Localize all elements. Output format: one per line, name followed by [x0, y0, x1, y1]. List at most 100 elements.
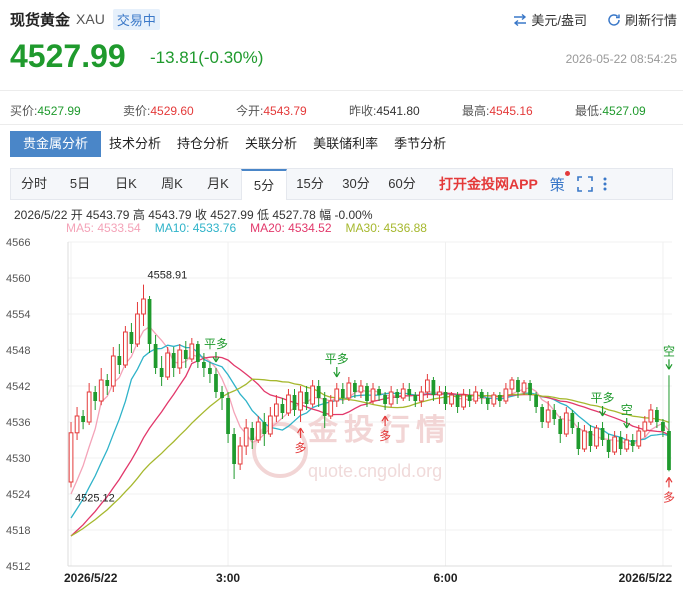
open-app-link[interactable]: 打开金投网APP [439, 174, 538, 194]
candle-body [110, 355, 116, 387]
analysis-tab[interactable]: 贵金属分析 [10, 131, 102, 157]
quote-label: 今开: [236, 104, 264, 118]
candle-body [479, 392, 484, 398]
period-tab[interactable]: 5分 [241, 169, 287, 200]
candle-body [117, 356, 122, 365]
candle-body [370, 388, 376, 402]
candle-body [286, 394, 291, 414]
quote-label: 昨收: [349, 104, 377, 118]
bar-amplitude: -0.00% [334, 208, 373, 222]
candle-body [570, 413, 575, 428]
strategy-button[interactable]: 策 [550, 170, 570, 195]
candle-body [552, 410, 557, 419]
quote-item: 今开:4543.79 [236, 102, 349, 119]
instrument-name: 现货黄金 [10, 11, 71, 29]
y-tick-label: 4554 [6, 309, 30, 321]
candle-body [407, 389, 412, 395]
candle-body [461, 394, 466, 408]
candle-body [624, 439, 630, 450]
x-tick-label: 6:00 [433, 571, 457, 585]
candle-body [425, 379, 430, 393]
candle-body [443, 392, 448, 404]
analysis-tab[interactable]: 季节分析 [386, 131, 454, 157]
candle-body [316, 386, 321, 398]
candle-body [358, 385, 364, 393]
candle-body [226, 398, 230, 434]
candle-body [563, 412, 569, 435]
candle-body [322, 398, 327, 416]
more-icon [603, 177, 607, 191]
candle-body [648, 409, 654, 423]
quote-item: 最高:4545.16 [462, 102, 575, 119]
y-tick-label: 4524 [6, 489, 30, 501]
candle-body [606, 440, 611, 452]
candle-body [661, 422, 665, 431]
candle-body [437, 391, 442, 396]
candle-body [340, 389, 345, 398]
currency-label: 美元/盎司 [531, 13, 587, 28]
bar-close: 4527.99 [210, 208, 254, 222]
candle-body [141, 298, 146, 315]
candle-body [98, 379, 104, 402]
quote-value: 4543.79 [263, 104, 307, 118]
period-tab[interactable]: 5日 [57, 169, 103, 199]
candle-body [467, 395, 472, 401]
currency-switch-button[interactable]: 美元/盎司 [513, 10, 587, 29]
min-price-label: 4525.12 [75, 492, 115, 504]
candle-body [74, 415, 80, 434]
period-tab[interactable]: 周K [149, 169, 195, 199]
candle-body [93, 392, 98, 401]
signal-arrow [623, 418, 631, 429]
candlestick-chart[interactable]: 金投行情quote.cngold.org45664560455445484542… [0, 232, 683, 590]
max-price-label: 4558.91 [148, 270, 188, 282]
period-tab[interactable]: 分时 [11, 169, 57, 199]
candle-body [491, 394, 497, 405]
quote-value: 4541.80 [376, 104, 420, 118]
candle-body [195, 344, 200, 362]
quote-time: 2026-05-22 08:54:25 [565, 52, 677, 66]
period-tab[interactable]: 日K [103, 169, 149, 199]
analysis-tab[interactable]: 关联分析 [237, 131, 305, 157]
candle-body [594, 427, 599, 447]
period-tab[interactable]: 30分 [333, 169, 379, 199]
candle-body [485, 398, 490, 404]
price-change: -13.81(-0.30%) [150, 48, 264, 67]
period-tab[interactable]: 月K [195, 169, 241, 199]
candle-body [636, 430, 642, 447]
candle-body [353, 383, 357, 392]
candle-body [618, 437, 623, 449]
candle-body [177, 349, 183, 369]
signal-arrow [333, 367, 341, 378]
candle-body [183, 350, 188, 359]
quote-label: 买价: [10, 104, 38, 118]
analysis-tab[interactable]: 技术分析 [101, 131, 169, 157]
fullscreen-button[interactable] [577, 176, 593, 192]
signal-label: 平多 [591, 391, 615, 405]
more-button[interactable] [603, 176, 607, 192]
refresh-button[interactable]: 刷新行情 [607, 10, 677, 29]
bar-date: 2026/5/22 [14, 208, 68, 222]
candle-body [365, 386, 369, 401]
candle-body [455, 395, 460, 407]
candle-body [558, 419, 563, 434]
candle-body [81, 416, 85, 422]
x-tick-label: 2026/5/22 [64, 571, 118, 585]
candle-body [449, 394, 454, 405]
y-tick-label: 4548 [6, 345, 30, 357]
candle-body [612, 436, 617, 453]
fullscreen-icon [577, 176, 593, 192]
divider [0, 90, 683, 91]
candle-body [413, 395, 418, 401]
quote-row: 买价:4527.99 卖价:4529.60 今开:4543.79 昨收:4541.80… [10, 102, 680, 119]
candle-body [576, 428, 581, 449]
analysis-tab[interactable]: 持仓分析 [169, 131, 237, 157]
analysis-tab[interactable]: 美联储利率 [305, 131, 386, 157]
candle-body [310, 385, 315, 405]
quote-label: 最高: [462, 104, 490, 118]
quote-item: 昨收:4541.80 [349, 102, 462, 119]
y-tick-label: 4566 [6, 237, 30, 249]
period-tab[interactable]: 60分 [379, 169, 425, 199]
analysis-tabs: 贵金属分析 技术分析 持仓分析 关联分析 美联储利率 季节分析 [10, 131, 454, 157]
period-tab[interactable]: 15分 [287, 169, 333, 199]
candle-body [255, 421, 261, 441]
